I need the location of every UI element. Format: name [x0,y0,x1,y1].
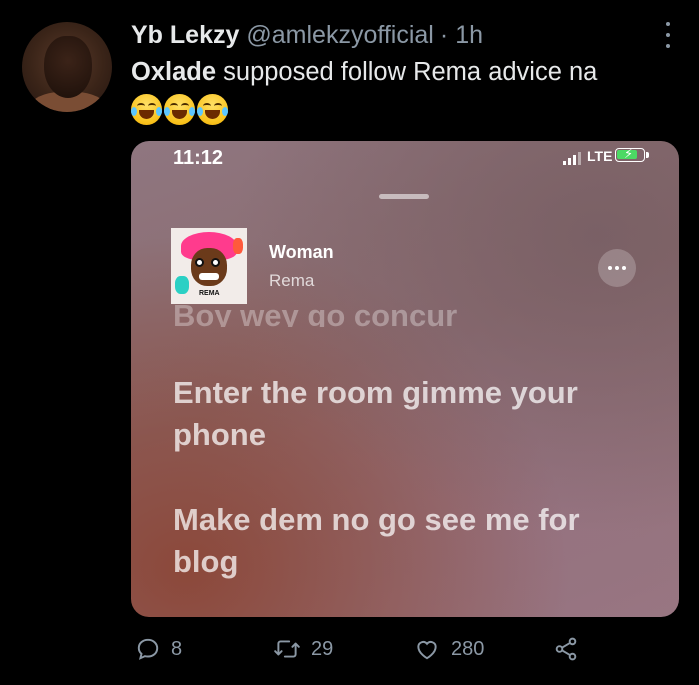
share-button[interactable] [553,636,579,662]
sheet-grabber [379,194,429,199]
song-artist: Rema [269,271,315,290]
song-more-icon [598,249,636,287]
avatar-face [44,36,92,98]
tears-of-joy-emoji-icon [131,94,162,125]
retweet-button[interactable]: 29 [273,636,333,662]
lyric-line: Enter the room gimme your phone [173,375,578,452]
tears-of-joy-emoji-icon [164,94,195,125]
reply-button[interactable]: 8 [135,636,182,662]
lyric-line: Make dem no go see me for blog [173,502,580,579]
album-art: REMA [171,228,247,304]
tweet-emojis [131,94,228,125]
tweet-text: Oxlade supposed follow Rema advice na [131,58,597,87]
tweet-time[interactable]: 1h [455,21,483,50]
author-handle[interactable]: @amlekzyofficial [246,21,433,50]
tweet-text-bold: Oxlade [131,58,217,86]
album-art-tag: REMA [199,290,220,297]
tears-of-joy-emoji-icon [197,94,228,125]
network-label: LTE [587,148,613,164]
media-image[interactable]: 11:12 LTE ⚡ REMA Woman Rema Boy wey go c… [131,141,679,617]
battery-icon: ⚡ [615,146,649,162]
heart-icon [417,641,437,660]
status-bar-time: 11:12 [173,147,224,169]
more-options-icon[interactable] [661,22,675,48]
retweet-count: 29 [311,637,334,660]
like-button[interactable]: 280 [413,636,484,662]
reply-count: 8 [171,637,183,660]
author-name[interactable]: Yb Lekzy [131,21,239,50]
share-icon [555,637,577,661]
reply-icon [137,638,159,660]
retweet-icon [274,640,300,658]
avatar[interactable] [22,22,112,112]
separator-dot: · [439,20,449,49]
tweet-actions: 8 29 280 [131,636,679,666]
lyric-faded-line: Boy wey go concur [173,305,458,327]
like-count: 280 [451,637,485,660]
tweet-header: Yb Lekzy @amlekzyofficial · 1h [131,18,675,52]
song-title: Woman [269,242,334,262]
tweet-text-rest: supposed follow Rema advice na [216,58,598,86]
signal-icon [563,151,581,165]
